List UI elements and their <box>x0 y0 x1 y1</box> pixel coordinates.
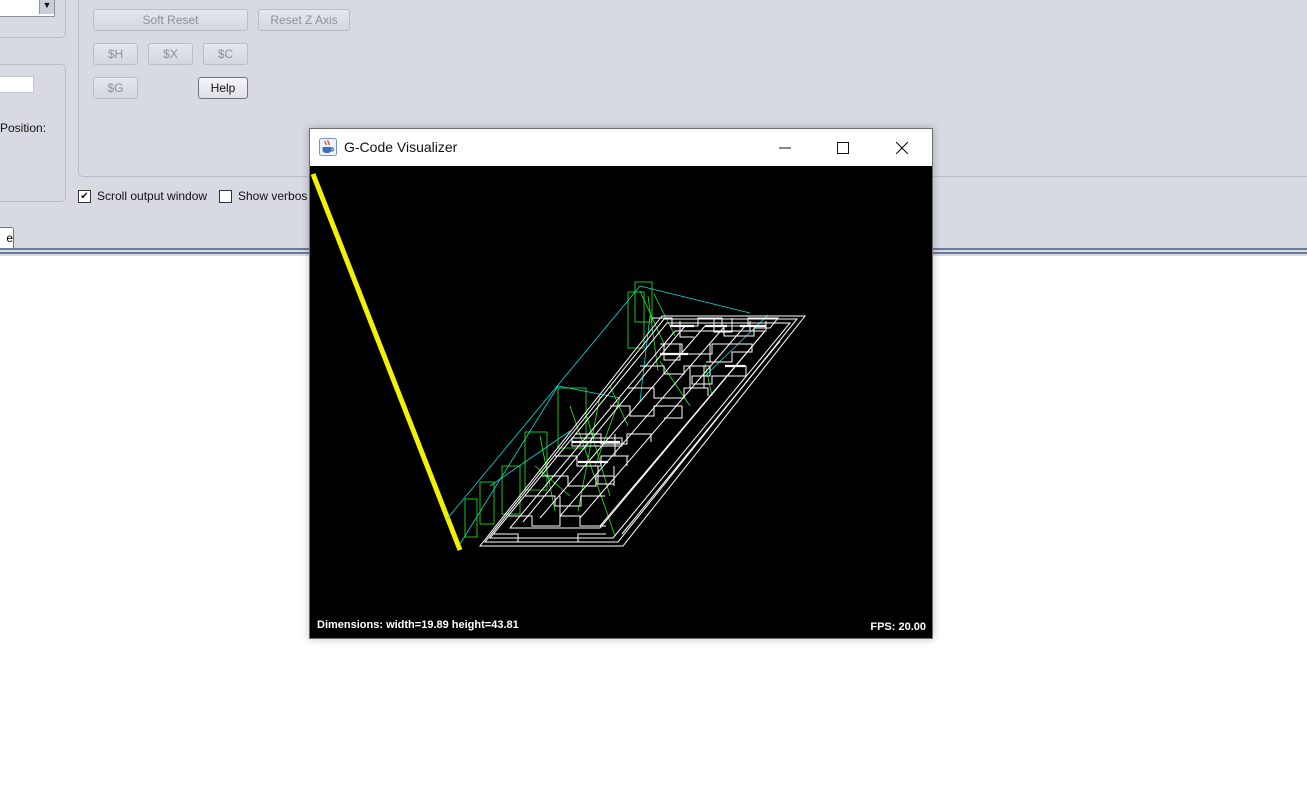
kill-alarm-button[interactable]: $X <box>148 43 193 65</box>
gcode-visualizer-window[interactable]: G-Code Visualizer Dimensions: width=19.8… <box>309 128 933 639</box>
show-verbose-label: Show verbos <box>238 189 308 203</box>
window-titlebar[interactable]: G-Code Visualizer <box>310 129 932 166</box>
tab-console[interactable]: e <box>0 227 14 249</box>
minimize-icon <box>779 147 791 148</box>
port-combo-box[interactable]: ▼ <box>0 0 55 17</box>
minimize-button[interactable] <box>762 129 808 166</box>
help-button[interactable]: Help <box>198 77 248 99</box>
checkbox-unchecked-icon[interactable] <box>219 189 232 203</box>
toolpath-render <box>310 173 807 551</box>
position-field[interactable] <box>0 76 34 93</box>
window-title: G-Code Visualizer <box>344 139 458 155</box>
desktop: ▼ Position: Soft Reset Reset Z Axis $H $… <box>0 0 1307 805</box>
fps-readout: FPS: 20.00 <box>870 621 926 633</box>
maximize-icon <box>837 141 849 154</box>
checkbox-checked-icon[interactable]: ✔ <box>78 189 91 203</box>
scroll-output-label: Scroll output window <box>97 189 208 203</box>
show-verbose-checkbox[interactable]: Show verbos <box>219 188 307 204</box>
dimensions-readout: Dimensions: width=19.89 height=43.81 <box>317 619 519 631</box>
parser-state-button[interactable]: $G <box>93 77 138 99</box>
scroll-output-checkbox[interactable]: ✔ Scroll output window <box>78 188 207 204</box>
maximize-button[interactable] <box>820 129 866 166</box>
close-button[interactable] <box>879 129 925 166</box>
chevron-down-icon[interactable]: ▼ <box>39 0 54 14</box>
visualizer-canvas[interactable]: Dimensions: width=19.89 height=43.81 FPS… <box>310 166 932 638</box>
check-mode-button[interactable]: $C <box>203 43 248 65</box>
cut-paths <box>478 315 807 547</box>
home-button[interactable]: $H <box>93 43 138 65</box>
position-label: Position: <box>0 121 47 135</box>
java-coffee-cup-icon <box>319 138 337 156</box>
close-icon <box>896 141 908 154</box>
tool-axis-line <box>310 173 463 551</box>
soft-reset-button[interactable]: Soft Reset <box>93 9 248 31</box>
reset-z-axis-button[interactable]: Reset Z Axis <box>258 9 350 31</box>
